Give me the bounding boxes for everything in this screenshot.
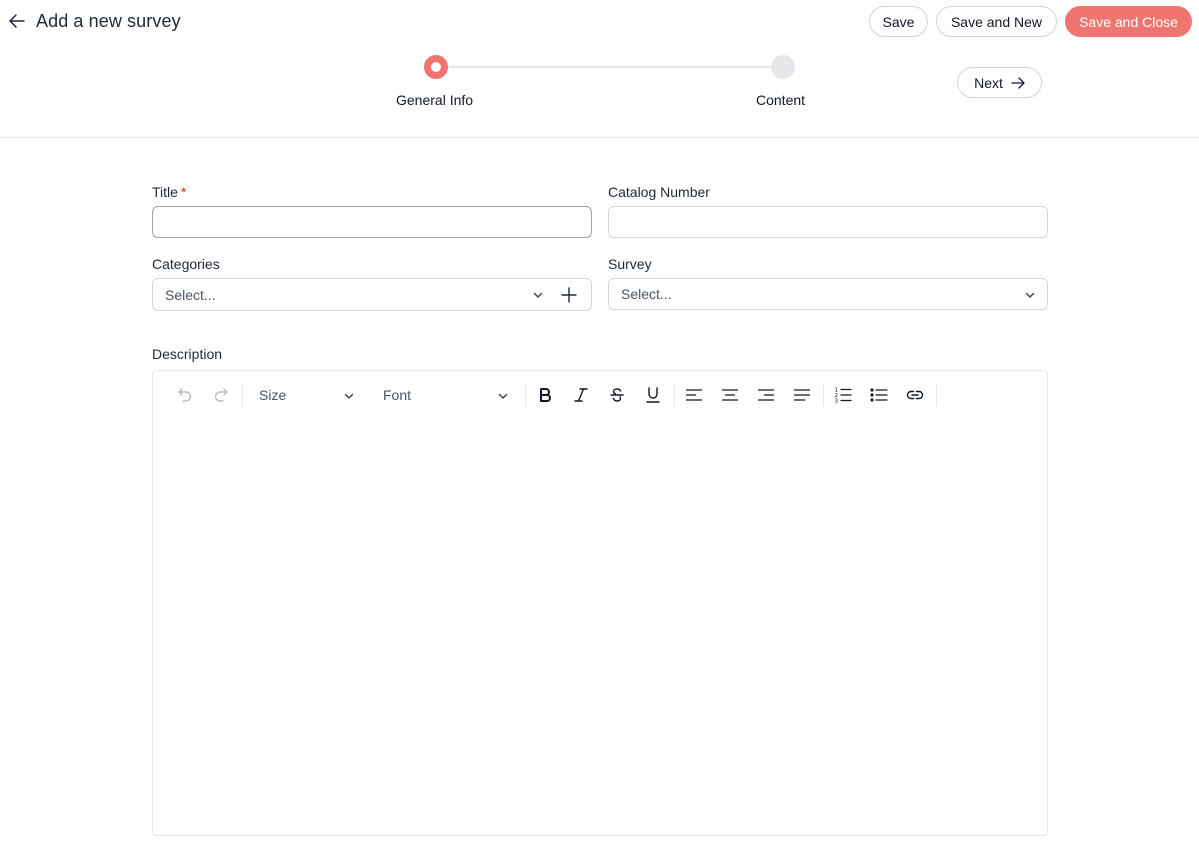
- editor-content-area[interactable]: [153, 419, 1047, 835]
- toolbar-divider: [936, 384, 937, 406]
- strikethrough-icon[interactable]: [605, 383, 629, 407]
- chevron-down-icon: [343, 389, 355, 401]
- description-editor: Size Font 1 2 3: [152, 370, 1048, 836]
- step-label-general-info[interactable]: General Info: [396, 92, 473, 108]
- ordered-list-icon[interactable]: 123: [831, 383, 855, 407]
- description-label: Description: [152, 346, 223, 362]
- step-indicator-general-info[interactable]: [424, 55, 448, 79]
- editor-toolbar: Size Font 1 2 3: [153, 371, 1047, 419]
- toolbar-divider: [525, 384, 526, 406]
- bullet-list-icon[interactable]: [867, 383, 891, 407]
- stepper-connector: [449, 66, 771, 68]
- title-label: Title *: [152, 184, 186, 200]
- font-size-label: Size: [259, 387, 287, 403]
- survey-placeholder: Select...: [621, 286, 672, 302]
- bold-icon[interactable]: [533, 383, 557, 407]
- survey-select[interactable]: Select...: [608, 278, 1048, 310]
- title-input[interactable]: [152, 206, 592, 238]
- font-family-label: Font: [383, 387, 412, 403]
- save-button[interactable]: Save: [869, 6, 928, 37]
- underline-icon[interactable]: [641, 383, 665, 407]
- chevron-down-icon: [1024, 289, 1036, 301]
- font-size-select[interactable]: Size: [259, 383, 359, 407]
- step-indicator-content[interactable]: [771, 55, 795, 79]
- next-button-label: Next: [974, 74, 1003, 91]
- font-family-select[interactable]: Font: [383, 383, 513, 407]
- step-label-content[interactable]: Content: [756, 92, 805, 108]
- align-center-icon[interactable]: [718, 383, 742, 407]
- required-mark: *: [180, 184, 187, 200]
- toolbar-divider: [674, 384, 675, 406]
- toolbar-divider: [823, 384, 824, 406]
- undo-icon[interactable]: [173, 383, 197, 407]
- svg-text:3: 3: [835, 399, 839, 405]
- title-label-text: Title: [152, 184, 178, 200]
- chevron-down-icon: [532, 289, 544, 301]
- chevron-down-icon: [497, 389, 509, 401]
- next-button[interactable]: Next: [957, 67, 1042, 98]
- toolbar-divider: [242, 384, 243, 406]
- catalog-number-input[interactable]: [608, 206, 1048, 238]
- align-left-icon[interactable]: [682, 383, 706, 407]
- align-right-icon[interactable]: [754, 383, 778, 407]
- arrow-right-icon: [1011, 76, 1025, 89]
- link-icon[interactable]: [903, 383, 927, 407]
- save-and-new-button[interactable]: Save and New: [936, 6, 1057, 37]
- categories-select[interactable]: Select...: [152, 278, 592, 311]
- redo-icon[interactable]: [209, 383, 233, 407]
- align-justify-icon[interactable]: [790, 383, 814, 407]
- categories-label: Categories: [152, 256, 220, 272]
- page-title: Add a new survey: [36, 11, 181, 31]
- catalog-number-label: Catalog Number: [608, 184, 710, 200]
- categories-placeholder: Select...: [165, 286, 216, 303]
- add-category-icon[interactable]: [559, 285, 579, 305]
- back-button[interactable]: [6, 10, 28, 32]
- italic-icon[interactable]: [569, 383, 593, 407]
- save-and-close-button[interactable]: Save and Close: [1065, 6, 1192, 37]
- page-header: Add a new survey Save Save and New Save …: [0, 0, 1199, 138]
- arrow-left-icon: [9, 14, 25, 28]
- survey-label: Survey: [608, 256, 652, 272]
